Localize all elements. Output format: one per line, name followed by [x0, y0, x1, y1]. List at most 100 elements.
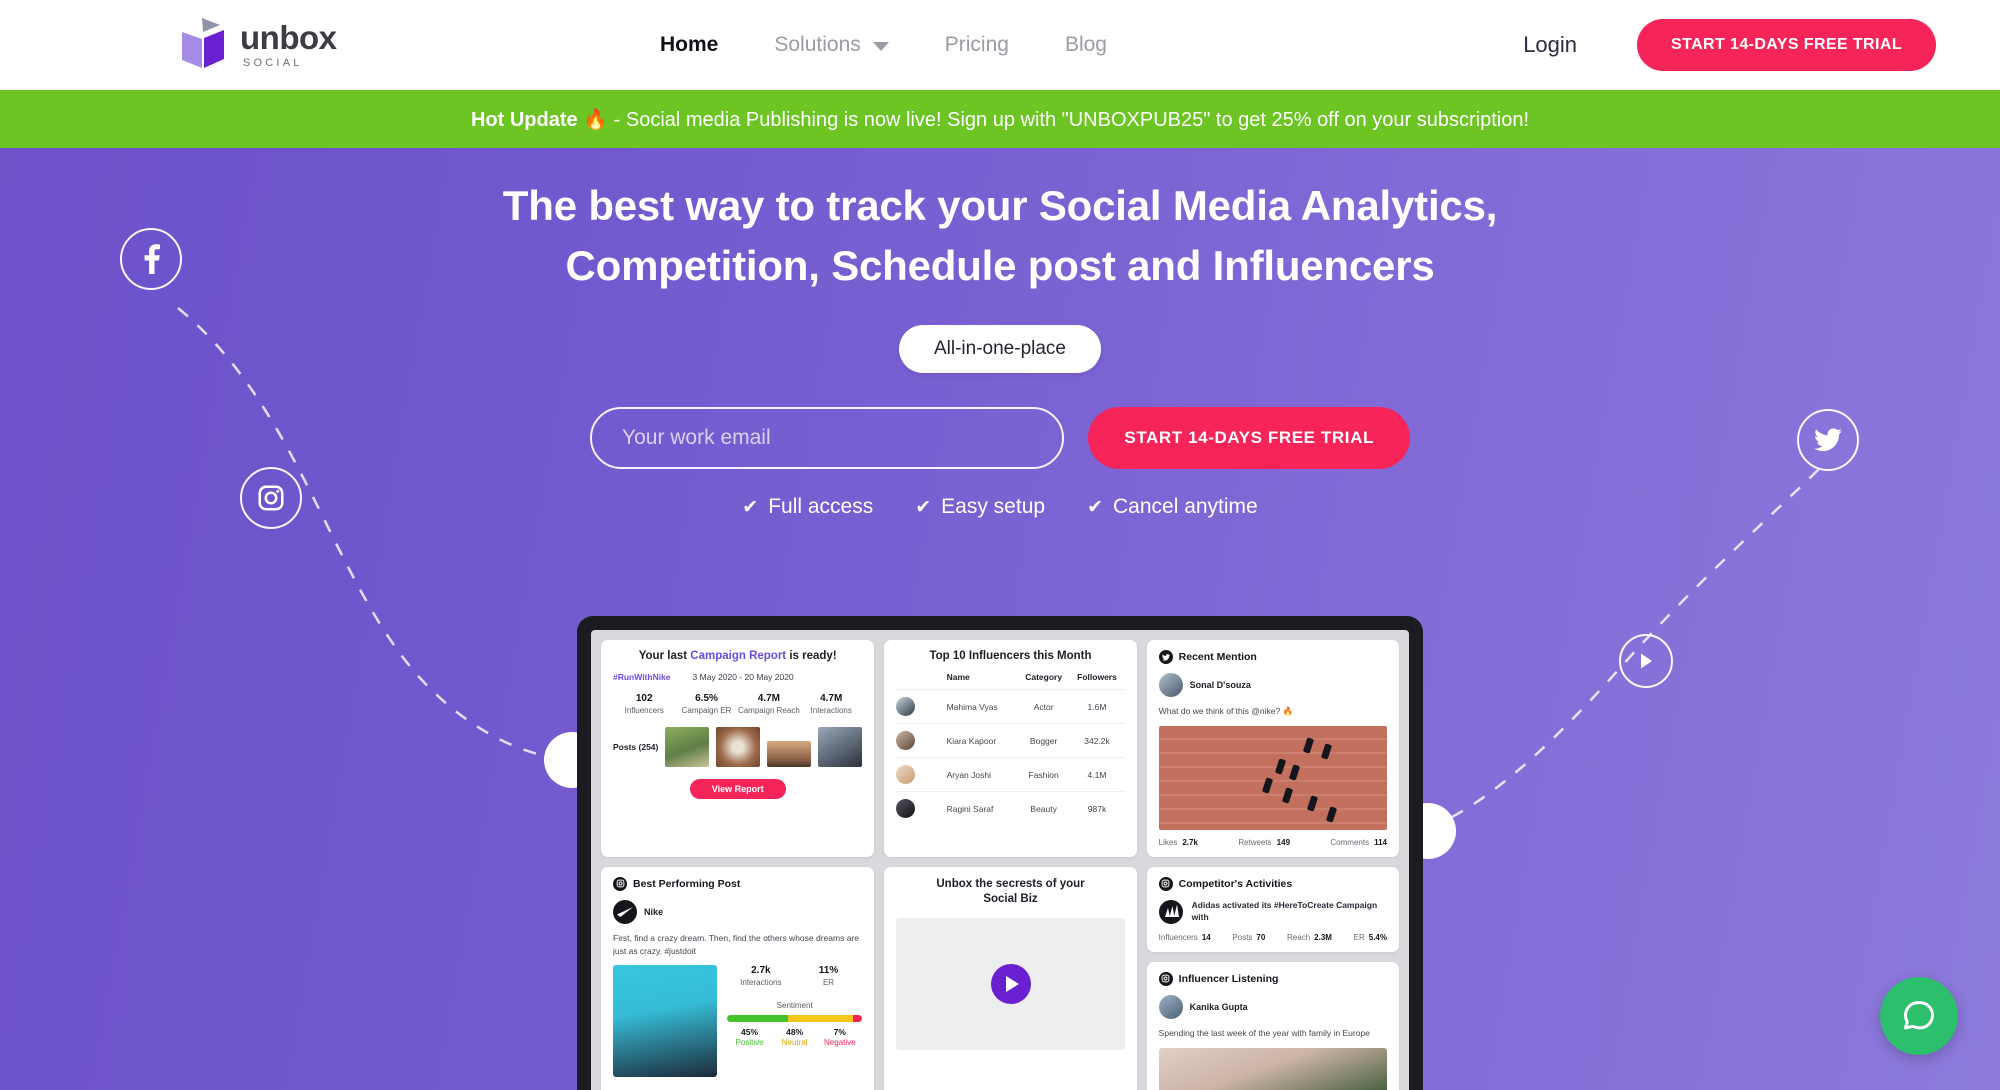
right-column-stack: Competitor's Activities Adidas activated…	[1146, 866, 1399, 1090]
header-free-trial-button[interactable]: START 14-DAYS FREE TRIAL	[1637, 19, 1936, 71]
col-name: Name	[946, 672, 970, 682]
main-nav: Home Solutions Pricing Blog	[660, 0, 1107, 90]
table-row[interactable]: Kiara Kapoor Bogger 342.2k	[896, 723, 1125, 758]
listening-author: Kanika Gupta	[1158, 994, 1387, 1019]
competitor-entry: Adidas activated its #HereToCreate Campa…	[1158, 899, 1387, 924]
metric-value: 14	[1201, 932, 1211, 942]
post-thumbnail[interactable]	[767, 741, 812, 767]
avatar	[896, 799, 916, 818]
competitor-header: Competitor's Activities	[1158, 876, 1387, 891]
stat-comments: Comments 114	[1330, 838, 1387, 847]
metric-value: 102	[635, 693, 653, 704]
avatar	[1158, 673, 1183, 697]
nav-item-blog[interactable]: Blog	[1065, 33, 1107, 57]
feature-cancel-anytime: ✔ Cancel anytime	[1087, 495, 1258, 519]
logo-wordmark: unbox	[240, 19, 337, 56]
listening-text: Spending the last week of the year with …	[1158, 1027, 1370, 1038]
recent-mention-title: Recent Mention	[1178, 651, 1257, 663]
metric-value: 11%	[818, 965, 839, 977]
hero-section: The best way to track your Social Media …	[0, 148, 2000, 1090]
sentiment-name: Neutral	[781, 1038, 808, 1048]
sentiment-legend: 45% Positive 48% Neutral 7% Negative	[727, 1027, 862, 1047]
metric-label: Campaign Reach	[737, 706, 800, 715]
sentiment-name: Negative	[824, 1038, 856, 1048]
post-thumbnail[interactable]	[716, 727, 761, 767]
influencer-followers: 987k	[1069, 791, 1125, 825]
metric-label: Interactions	[740, 978, 782, 988]
chat-bubble-icon[interactable]	[1880, 977, 1958, 1055]
influencer-followers: 342.2k	[1069, 723, 1125, 758]
video-card-title: Unbox the secrests of your Social Biz	[896, 877, 1124, 908]
chevron-down-icon	[872, 42, 889, 51]
logo[interactable]: unbox SOCIAL	[178, 18, 337, 72]
mention-image	[1158, 725, 1387, 830]
metric-value: 4.7M	[820, 693, 843, 704]
best-post-title: Best Performing Post	[633, 877, 741, 890]
metric-value: 6.5%	[695, 693, 718, 704]
adidas-logo-icon	[1158, 899, 1183, 924]
mention-author: Sonal D'souza	[1158, 673, 1387, 697]
sentiment-positive-segment	[727, 1015, 788, 1023]
mention-author-name: Sonal D'souza	[1189, 680, 1251, 690]
influencer-listening-title: Influencer Listening	[1178, 972, 1279, 985]
competitor-metric-influencers: Influencers 14	[1159, 933, 1211, 942]
video-card: Unbox the secrests of your Social Biz	[884, 866, 1137, 1090]
feature-full-access: ✔ Full access	[742, 495, 873, 519]
sentiment-label: Sentiment	[776, 1001, 813, 1011]
avatar	[896, 731, 916, 750]
campaign-date-range: 3 May 2020 - 20 May 2020	[692, 672, 794, 682]
nav-item-home[interactable]: Home	[660, 33, 718, 57]
table-row[interactable]: Mahima Vyas Actor 1.6M	[896, 689, 1125, 724]
metric-campaign-reach: 4.7M Campaign Reach	[738, 693, 800, 715]
table-row[interactable]: Aryan Joshi Fashion 4.1M	[896, 757, 1125, 792]
promo-banner[interactable]: Hot Update 🔥 - Social media Publishing i…	[0, 90, 2000, 148]
work-email-input[interactable]	[590, 407, 1065, 470]
nav-label-home: Home	[660, 33, 719, 56]
competitor-activities-card: Competitor's Activities Adidas activated…	[1146, 866, 1399, 952]
view-report-button[interactable]: View Report	[689, 779, 786, 799]
hero-free-trial-button[interactable]: START 14-DAYS FREE TRIAL	[1088, 407, 1410, 470]
metric-influencers: 102 Influencers	[613, 693, 675, 715]
page-title: The best way to track your Social Media …	[0, 148, 2000, 295]
influencer-category: Bogger	[1017, 723, 1070, 758]
best-post-text: First, find a crazy dream. Then, find th…	[613, 932, 859, 956]
laptop-mockup: Your last Campaign Report is ready! #Run…	[577, 616, 1423, 1090]
stat-label: Comments	[1330, 837, 1370, 847]
campaign-report-title-accent: Campaign Report	[690, 650, 787, 662]
nav-label-solutions: Solutions	[774, 33, 861, 56]
best-post-stats: 2.7k Interactions 11% ER Sentiment 45% P…	[727, 965, 863, 1077]
metric-label: Influencers	[624, 706, 664, 715]
post-thumbnail[interactable]	[818, 727, 863, 767]
campaign-metrics: 102 Influencers 6.5% Campaign ER 4.7M Ca…	[613, 693, 862, 715]
listening-author-name: Kanika Gupta	[1189, 1001, 1248, 1012]
post-thumbnail[interactable]	[665, 727, 710, 767]
stat-value: 149	[1276, 837, 1291, 847]
video-player[interactable]	[896, 917, 1125, 1050]
nav-item-solutions[interactable]: Solutions	[774, 33, 889, 57]
campaign-report-title: Your last Campaign Report is ready!	[613, 650, 862, 662]
headline-line-2: Competition, Schedule post and Influence…	[565, 241, 1435, 289]
sentiment-neutral: 48% Neutral	[772, 1027, 817, 1047]
posts-count-label: Posts (254)	[613, 742, 659, 752]
metric-label: ER	[1353, 932, 1365, 942]
metric-value: 5.4%	[1368, 932, 1387, 942]
table-row[interactable]: Ragini Saraf Beauty 987k	[896, 791, 1125, 825]
avatar	[896, 697, 916, 716]
sentiment-negative-segment	[852, 1015, 863, 1023]
metric-value: 4.7M	[757, 693, 780, 704]
feature-easy-setup: ✔ Easy setup	[915, 495, 1045, 519]
metric-campaign-er: 6.5% Campaign ER	[675, 693, 737, 715]
promo-banner-text: Hot Update 🔥 - Social media Publishing i…	[471, 107, 1529, 132]
play-icon[interactable]	[990, 963, 1031, 1004]
metric-label: Reach	[1287, 932, 1311, 942]
nav-item-pricing[interactable]: Pricing	[945, 33, 1009, 57]
influencer-category: Fashion	[1017, 757, 1070, 792]
best-performing-post-card: Best Performing Post Nike First, find a …	[601, 866, 875, 1090]
nav-label-blog: Blog	[1064, 33, 1107, 56]
metric-label: Campaign ER	[681, 706, 732, 715]
login-link[interactable]: Login	[1523, 32, 1577, 58]
youtube-play-icon[interactable]	[1619, 634, 1673, 688]
metric-label: Interactions	[810, 706, 852, 715]
logo-tagline: SOCIAL	[243, 57, 303, 69]
influencer-category: Actor	[1017, 689, 1070, 724]
